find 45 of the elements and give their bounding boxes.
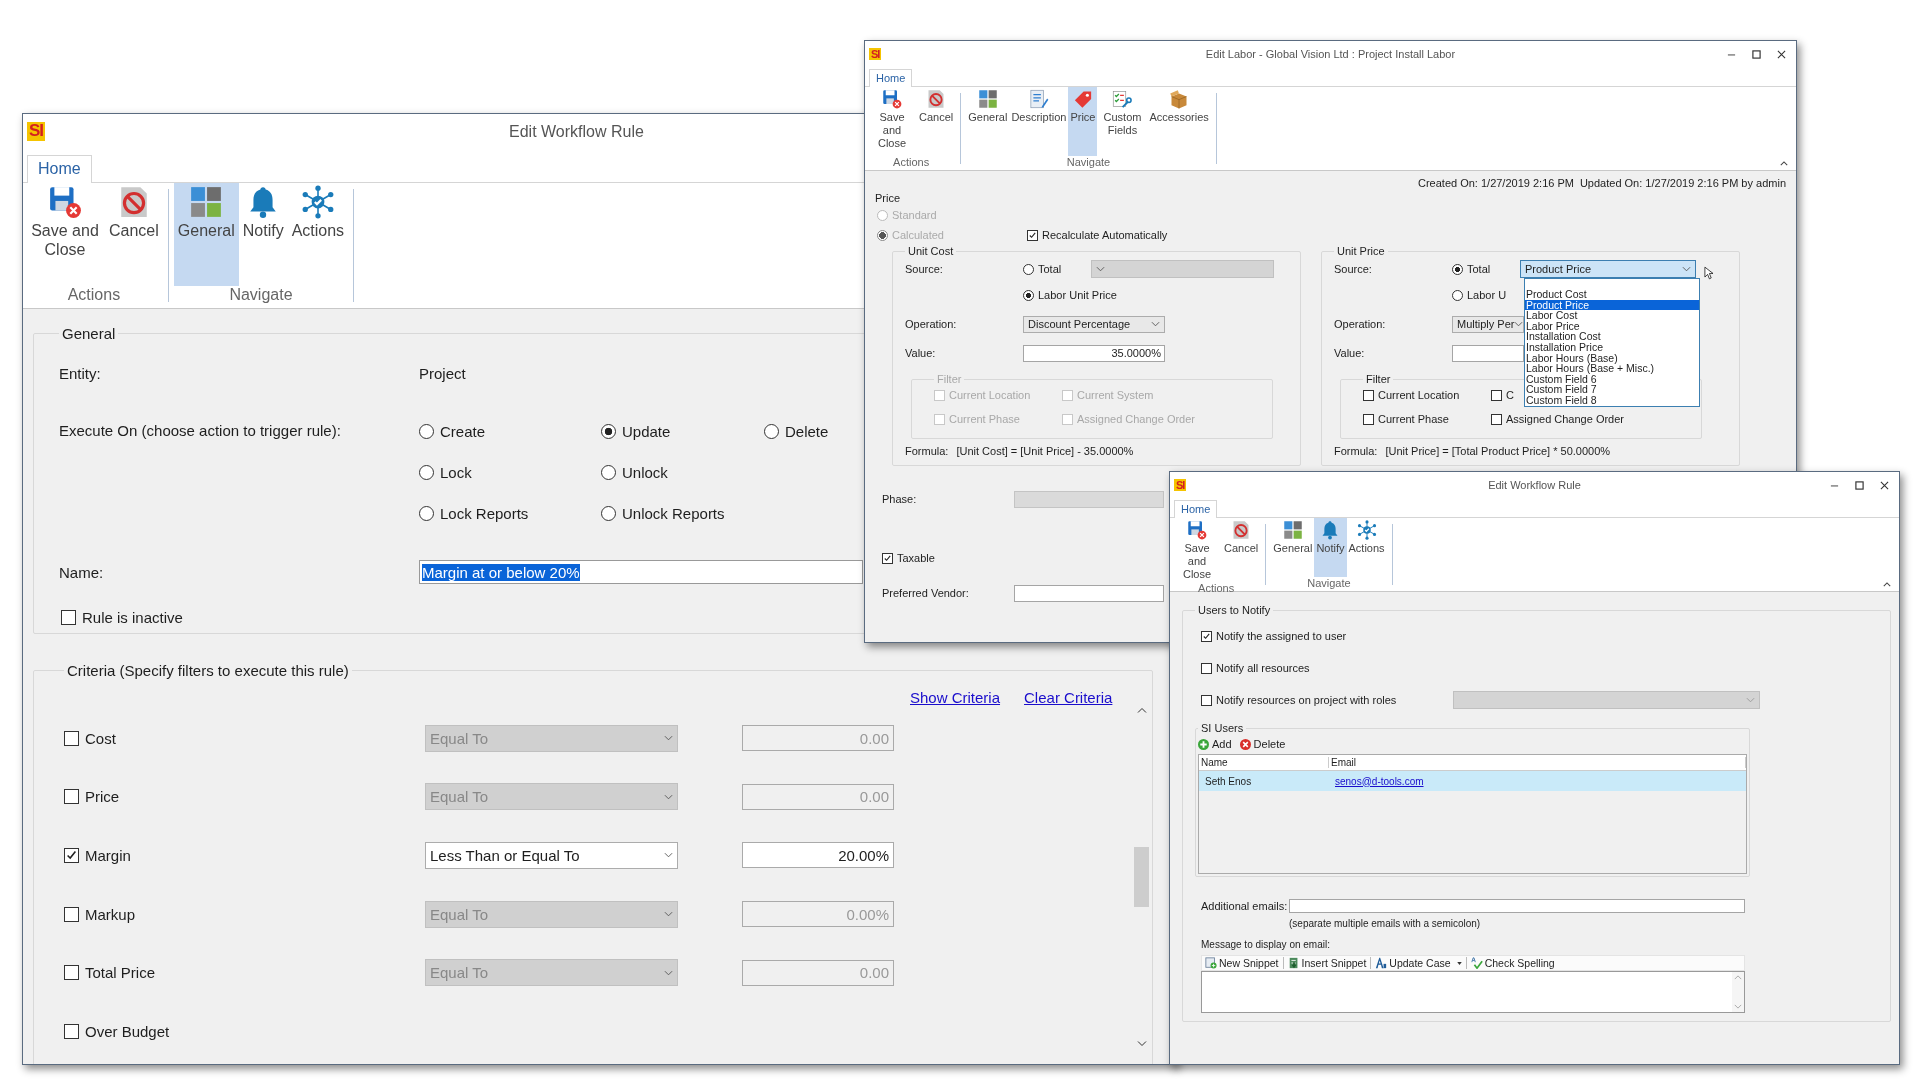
ribbon-group-label: Navigate [1307, 577, 1351, 591]
ribbon-group-label: Navigate [229, 286, 293, 305]
window-title: Edit Workflow Rule [1488, 479, 1581, 491]
hint-text: (separate multiple emails with a semicolon) [1289, 918, 1482, 929]
ribbon-group-label: Actions [67, 286, 121, 305]
group-legend: Criteria (Specify filters to execute this rule) [64, 662, 352, 679]
field-label: Source: [905, 263, 944, 275]
group-legend: Unit Price [1334, 245, 1388, 257]
field-label: Name: [59, 563, 105, 581]
column-header: Email [1329, 757, 1746, 768]
ribbon-group-label: Actions [893, 156, 930, 170]
formula-text: [Unit Price] = [Total Product Price] * 50.0000% [1385, 445, 1611, 457]
app-logo: SI [27, 122, 46, 141]
field-label: Execute On (choose action to trigger rule): [59, 421, 342, 441]
field-value: Project [419, 364, 466, 382]
field-label: Value: [1334, 347, 1366, 359]
column-header: Name [1199, 757, 1329, 768]
app-logo: SI [1174, 478, 1187, 492]
ribbon-group-label: Actions [1198, 581, 1235, 596]
field-label: Preferred Vendor: [882, 587, 970, 599]
field-label: Operation: [1334, 318, 1387, 330]
field-label: Additional emails: [1201, 899, 1289, 912]
field-label: Phase: [882, 493, 918, 505]
field-label: Message to display on email: [1201, 939, 1331, 950]
field-label: Source: [1334, 263, 1373, 275]
updated-timestamp: Updated On: 1/27/2019 2:16 PM by admin [1579, 177, 1786, 189]
app-logo: SI [869, 47, 882, 61]
field-label: Formula: [1334, 445, 1378, 457]
field-label: Value: [905, 347, 937, 359]
group-legend: Filter [1363, 373, 1394, 385]
ribbon-group-label: Navigate [1066, 156, 1111, 170]
formula-text: [Unit Cost] = [Unit Price] - 35.0000% [956, 445, 1134, 457]
field-label: Operation: [905, 318, 958, 330]
group-legend: SI Users [1198, 722, 1247, 734]
group-legend: Filter [934, 373, 965, 385]
section-title: Price [875, 191, 901, 205]
field-label: Entity: [59, 364, 102, 382]
group-legend: General [59, 325, 119, 342]
field-label: Formula: [905, 445, 949, 457]
group-legend: Unit Cost [905, 245, 957, 257]
group-legend: Users to Notify [1195, 604, 1274, 616]
table-cell-text: Seth Enos [1204, 775, 1253, 787]
window-title: Edit Workflow Rule [509, 122, 644, 141]
window-title: Edit Labor - Global Vision Ltd : Project Install Labor [1205, 48, 1456, 60]
created-timestamp: Created On: 1/27/2019 2:16 PM [1418, 177, 1574, 189]
